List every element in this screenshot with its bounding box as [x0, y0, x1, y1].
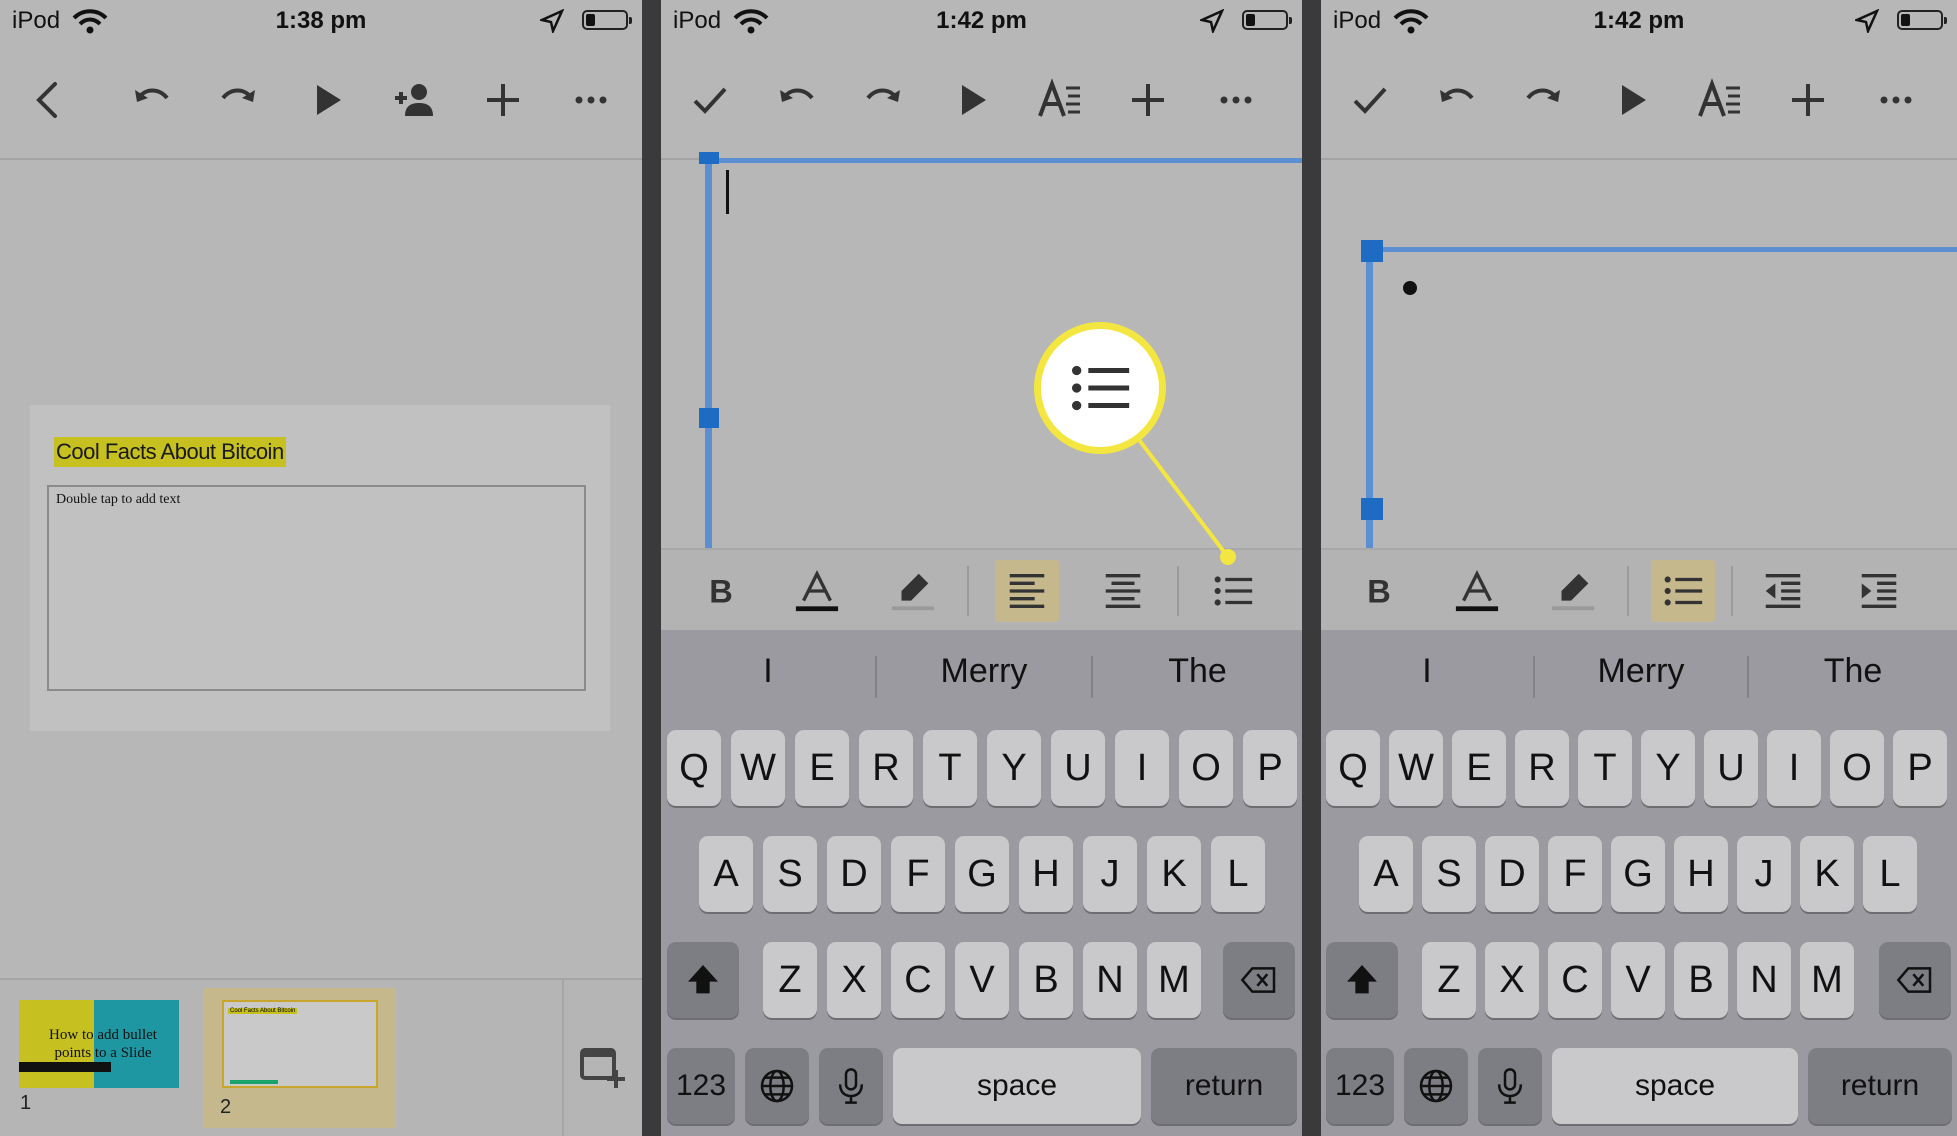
callout-dot: [1220, 549, 1236, 565]
callout-magnifier: [1034, 322, 1166, 454]
bulleted-list-icon: [1065, 353, 1135, 423]
callout-pointer: [1128, 426, 1230, 559]
